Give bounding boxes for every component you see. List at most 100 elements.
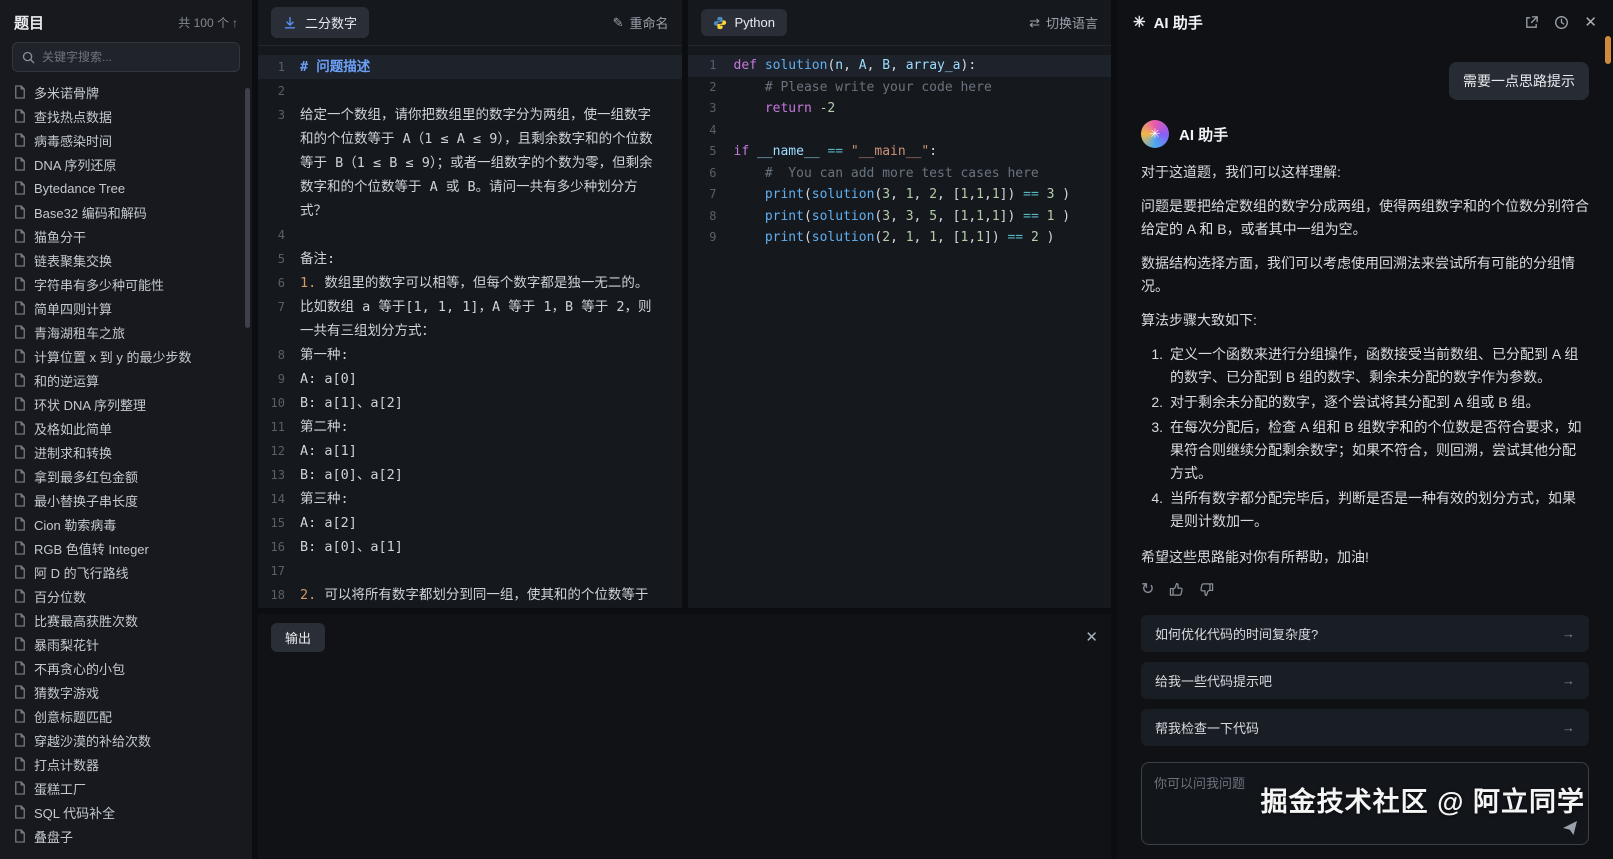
- line-text: B: a[0]、a[1]: [300, 535, 682, 559]
- line-text: # 问题描述: [300, 55, 682, 79]
- problem-list-item[interactable]: 青海湖租车之旅: [0, 320, 252, 344]
- problem-list-item[interactable]: 病毒感染时间: [0, 128, 252, 152]
- problem-list-item[interactable]: 比赛最高获胜次数: [0, 608, 252, 632]
- search-input[interactable]: [42, 50, 230, 64]
- file-icon: [14, 565, 26, 579]
- suggestion-chip[interactable]: 给我一些代码提示吧→: [1141, 662, 1589, 699]
- problem-item-label: 猜数字游戏: [34, 683, 99, 702]
- problem-list-item[interactable]: 简单四则计算: [0, 296, 252, 320]
- step-text: 当所有数字都分配完毕后，判断是否是一种有效的划分方式，如果是则计数加一。: [1170, 487, 1589, 533]
- chat-input-box[interactable]: [1141, 762, 1589, 845]
- problem-list-item[interactable]: 及格如此简单: [0, 416, 252, 440]
- share-icon[interactable]: [1524, 15, 1539, 30]
- problem-tab[interactable]: 二分数字: [271, 7, 369, 38]
- file-icon: [14, 829, 26, 843]
- problem-list-item[interactable]: 阿 D 的飞行路线: [0, 560, 252, 584]
- ai-scrollbar[interactable]: [1605, 36, 1611, 64]
- description-line: 11第二种:: [258, 415, 682, 439]
- chat-input[interactable]: [1142, 763, 1588, 844]
- code-line: 9 print(solution(2, 1, 1, [1,1]) == 2 ): [688, 227, 1112, 249]
- description-line: 8第一种:: [258, 343, 682, 367]
- problem-list-item[interactable]: Bytedance Tree: [0, 176, 252, 200]
- history-icon[interactable]: [1554, 15, 1569, 30]
- thumbs-down-icon[interactable]: [1199, 582, 1214, 597]
- language-tab[interactable]: Python: [701, 9, 787, 36]
- problem-item-label: 穿越沙漠的补给次数: [34, 731, 151, 750]
- problem-list-item[interactable]: 打点计数器: [0, 752, 252, 776]
- swap-arrows-icon: ⇄: [1029, 15, 1040, 31]
- arrow-right-icon: →: [1562, 626, 1575, 641]
- problem-list-item[interactable]: 环状 DNA 序列整理: [0, 392, 252, 416]
- send-icon[interactable]: [1561, 819, 1579, 837]
- description-line: 61. 数组里的数字可以相等，但每个数字都是独一无二的。: [258, 271, 682, 295]
- problem-list-item[interactable]: 最小替换子串长度: [0, 488, 252, 512]
- problem-list-item[interactable]: 蛋糕工厂: [0, 776, 252, 800]
- problem-list-item[interactable]: DNA 序列还原: [0, 152, 252, 176]
- problem-item-label: 查找热点数据: [34, 107, 112, 126]
- problems-sidebar: 题目 共 100 个 ↑ 多米诺骨牌查找热点数据病毒感染时间DNA 序列还原By…: [0, 0, 252, 859]
- problem-list-item[interactable]: 百分位数: [0, 584, 252, 608]
- description-line: 17: [258, 559, 682, 583]
- problem-list-item[interactable]: 创意标题匹配: [0, 704, 252, 728]
- file-icon: [14, 157, 26, 171]
- step-text: 定义一个函数来进行分组操作，函数接受当前数组、已分配到 A 组的数字、已分配到 …: [1170, 343, 1589, 389]
- problem-list-item[interactable]: Base32 编码和解码: [0, 200, 252, 224]
- problem-list-item[interactable]: RGB 色值转 Integer: [0, 536, 252, 560]
- file-icon: [14, 613, 26, 627]
- problem-item-label: 计算位置 x 到 y 的最少步数: [34, 347, 191, 366]
- problem-list-item[interactable]: 查找热点数据: [0, 104, 252, 128]
- suggestion-chip[interactable]: 如何优化代码的时间复杂度?→: [1141, 615, 1589, 652]
- suggestion-chip[interactable]: 帮我检查一下代码→: [1141, 709, 1589, 746]
- sidebar-scrollbar[interactable]: [245, 88, 250, 328]
- regenerate-icon[interactable]: ↻: [1141, 579, 1154, 599]
- app-root: 题目 共 100 个 ↑ 多米诺骨牌查找热点数据病毒感染时间DNA 序列还原By…: [0, 0, 1613, 859]
- search-box[interactable]: [12, 42, 240, 72]
- ai-step: 4.当所有数字都分配完毕后，判断是否是一种有效的划分方式，如果是则计数加一。: [1143, 487, 1589, 533]
- problem-description-panel: 二分数字 ✎ 重命名 1# 问题描述2 3给定一个数组，请你把数组里的数字分为两…: [258, 0, 682, 608]
- problem-list-item[interactable]: 拿到最多红包金额: [0, 464, 252, 488]
- code-line: 4: [688, 120, 1112, 142]
- code-text: # You can add more test cases here: [734, 163, 1039, 185]
- problem-list-item[interactable]: Cion 勒索病毒: [0, 512, 252, 536]
- code-line: 3 return -2: [688, 98, 1112, 120]
- problem-list-item[interactable]: SQL 代码补全: [0, 800, 252, 824]
- problem-description-lines[interactable]: 1# 问题描述2 3给定一个数组，请你把数组里的数字分为两组，使一组数字和的个位…: [258, 46, 682, 608]
- code-lines[interactable]: 1def solution(n, A, B, array_a):2 # Plea…: [688, 46, 1112, 608]
- description-line: 5备注:: [258, 247, 682, 271]
- problem-list-item[interactable]: 猜数字游戏: [0, 680, 252, 704]
- user-message-bubble[interactable]: 需要一点思路提示: [1449, 62, 1589, 100]
- line-number: 9: [688, 227, 734, 249]
- problem-list-item[interactable]: 暴雨梨花针: [0, 632, 252, 656]
- thumbs-up-icon[interactable]: [1169, 582, 1184, 597]
- problem-list-item[interactable]: 穿越沙漠的补给次数: [0, 728, 252, 752]
- line-number: 3: [258, 103, 300, 223]
- line-number: 6: [688, 163, 734, 185]
- code-line: 7 print(solution(3, 1, 2, [1,1,1]) == 3 …: [688, 184, 1112, 206]
- file-icon: [14, 349, 26, 363]
- problem-list-item[interactable]: 链表聚集交换: [0, 248, 252, 272]
- rename-button[interactable]: ✎ 重命名: [613, 13, 669, 32]
- problem-list-item[interactable]: 字符串有多少种可能性: [0, 272, 252, 296]
- problem-item-label: 叠盘子: [34, 827, 73, 846]
- file-icon: [14, 661, 26, 675]
- ai-step: 1.定义一个函数来进行分组操作，函数接受当前数组、已分配到 A 组的数字、已分配…: [1143, 343, 1589, 389]
- suggestion-label: 给我一些代码提示吧: [1155, 671, 1272, 690]
- output-tab[interactable]: 输出: [271, 623, 325, 652]
- problem-list-item[interactable]: 多米诺骨牌: [0, 80, 252, 104]
- line-number: 10: [258, 391, 300, 415]
- problem-list-item[interactable]: 和的逆运算: [0, 368, 252, 392]
- problem-list-item[interactable]: 进制求和转换: [0, 440, 252, 464]
- line-number: 1: [258, 55, 300, 79]
- ai-close-icon[interactable]: ✕: [1584, 15, 1597, 30]
- problem-list-item[interactable]: 猫鱼分干: [0, 224, 252, 248]
- file-icon: [14, 805, 26, 819]
- problem-list-item[interactable]: 不再贪心的小包: [0, 656, 252, 680]
- sort-up-icon[interactable]: ↑: [232, 16, 238, 30]
- switch-language-button[interactable]: ⇄ 切换语言: [1029, 13, 1098, 32]
- problem-list-item[interactable]: 计算位置 x 到 y 的最少步数: [0, 344, 252, 368]
- problem-list-item[interactable]: 叠盘子: [0, 824, 252, 848]
- ai-assistant-panel: ✳ AI 助手 ✕ 需要一点思路提示 ✳ AI 助手 对于这道题，我们可以这样理…: [1117, 0, 1613, 859]
- line-number: 12: [258, 439, 300, 463]
- output-close-icon[interactable]: ✕: [1085, 630, 1098, 645]
- editors-row: 二分数字 ✎ 重命名 1# 问题描述2 3给定一个数组，请你把数组里的数字分为两…: [258, 0, 1111, 608]
